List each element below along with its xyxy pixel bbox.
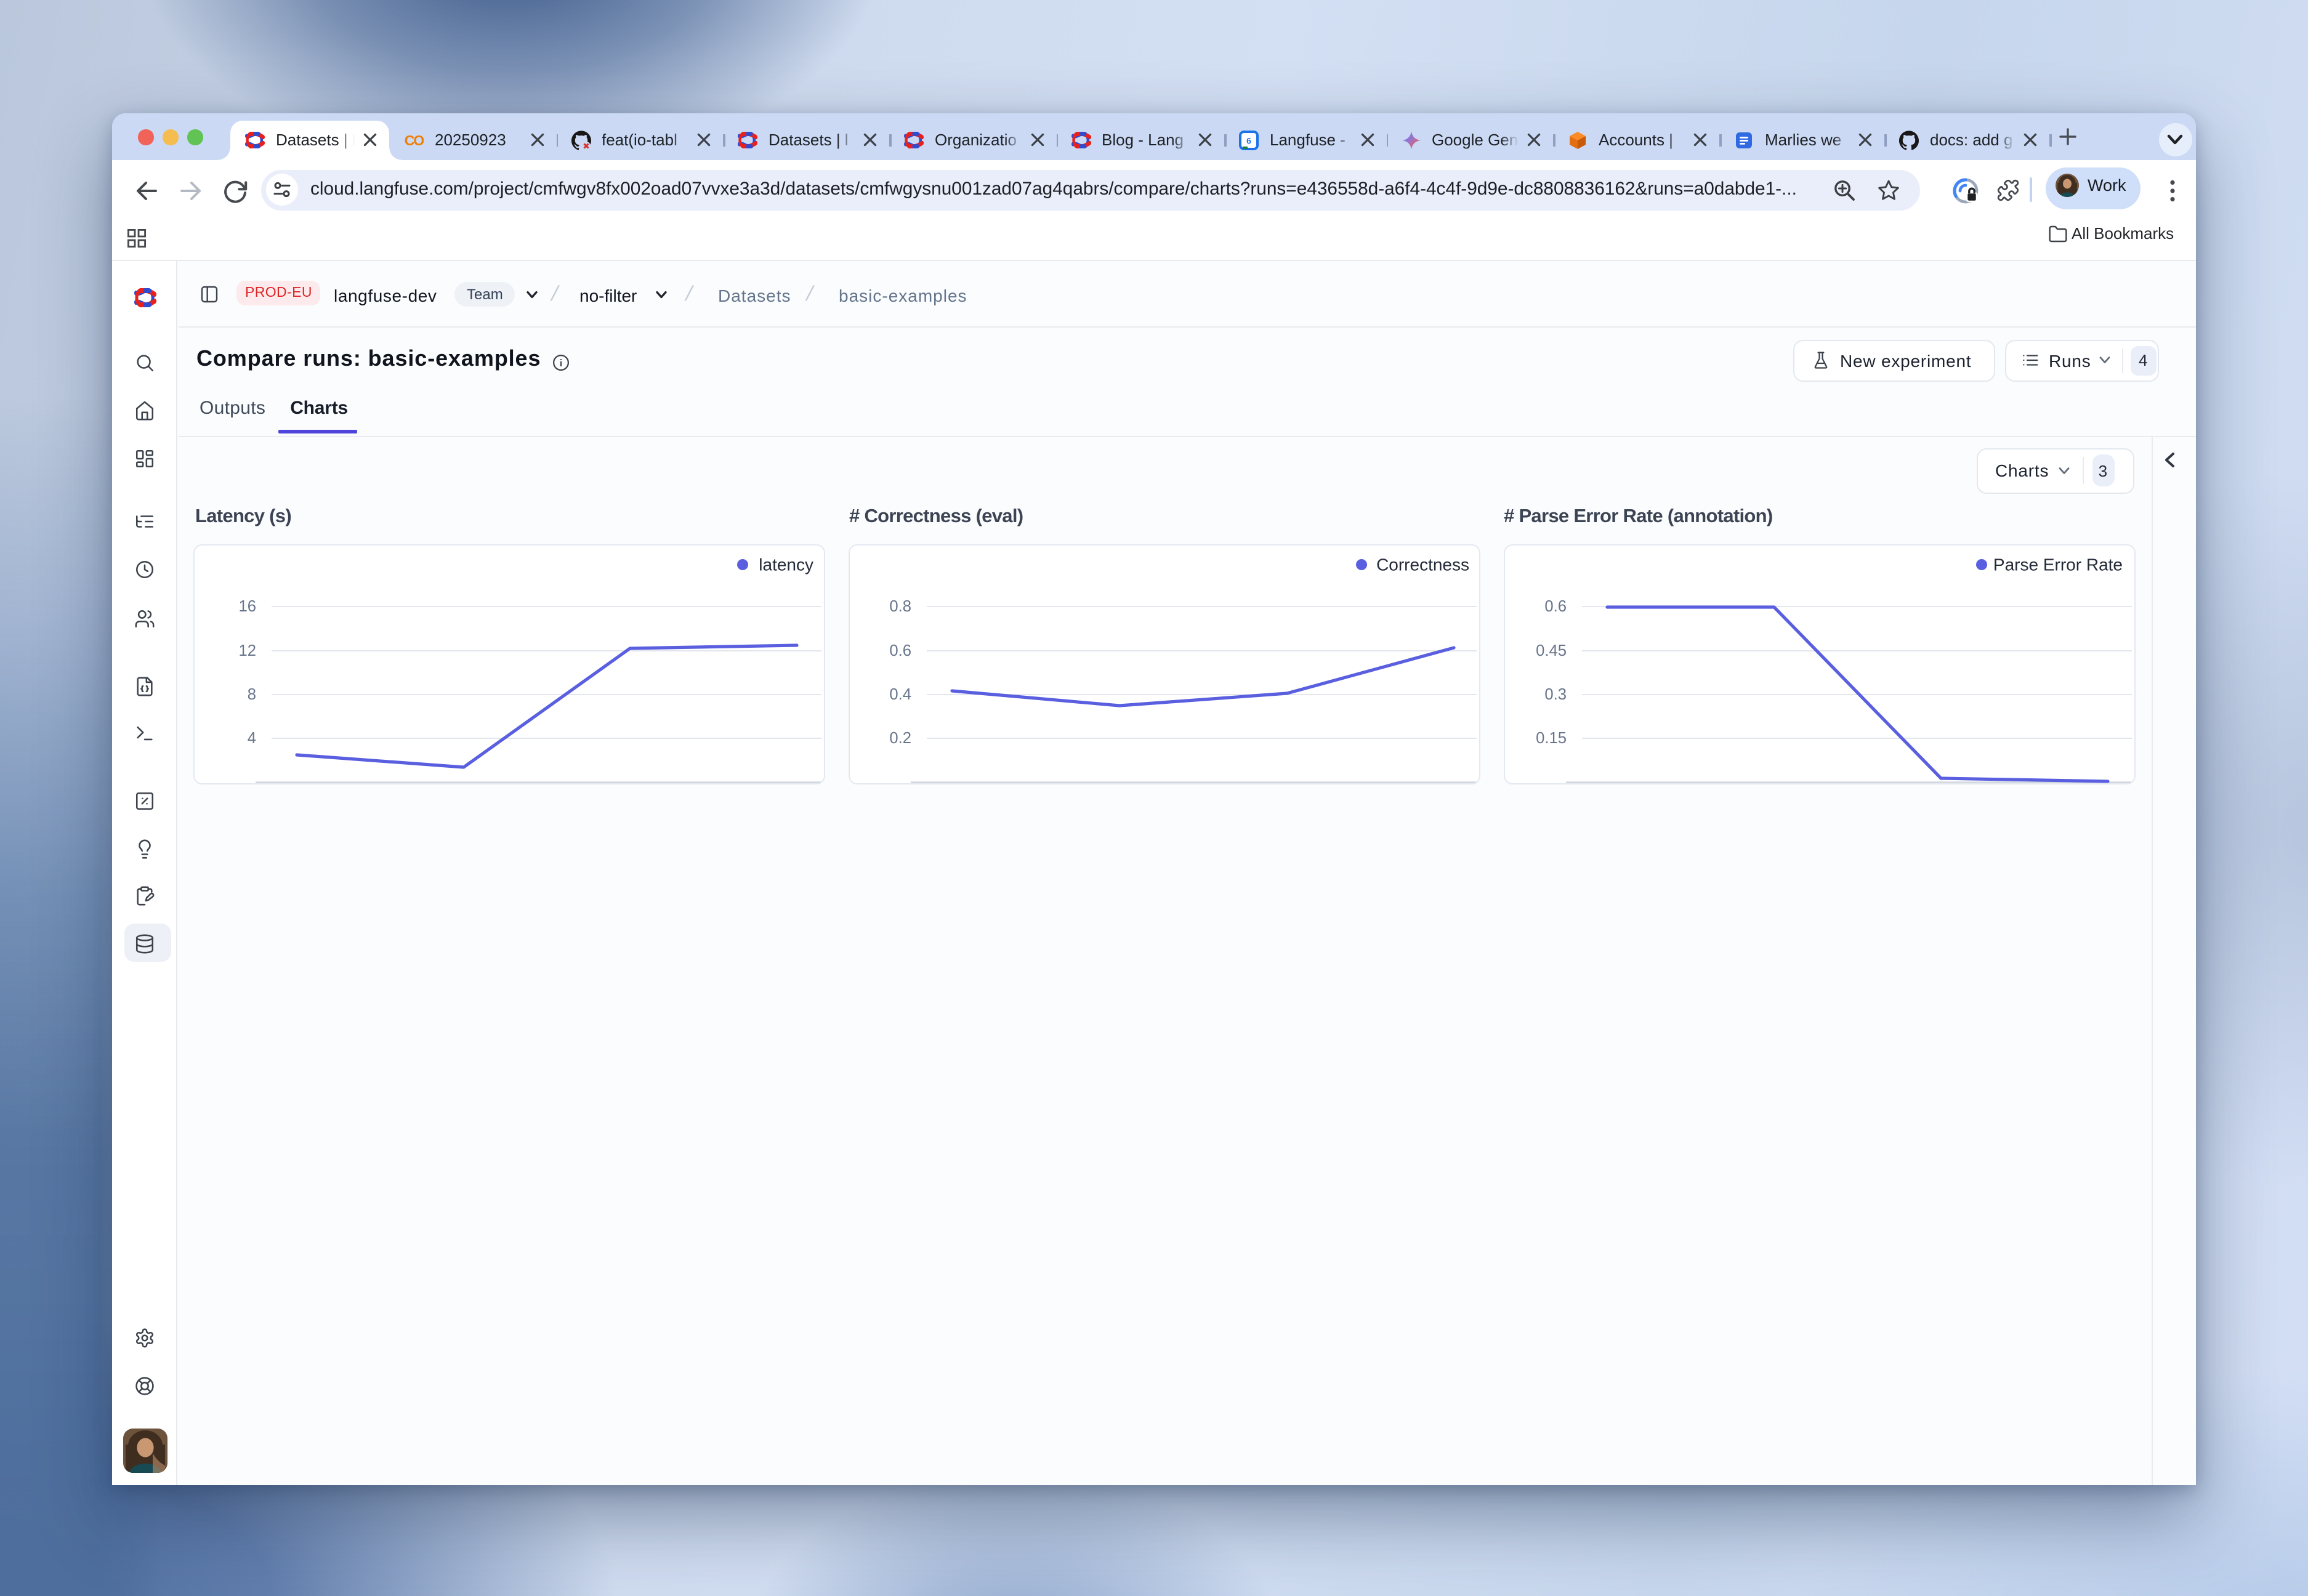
svg-text:0.4: 0.4 [889,686,911,703]
svg-text:0.45: 0.45 [1536,642,1567,659]
svg-text:0.15: 0.15 [1536,730,1567,747]
svg-text:8: 8 [248,686,256,703]
svg-text:Parse Error Rate: Parse Error Rate [1993,555,2123,574]
svg-text:12: 12 [239,642,256,659]
svg-text:4: 4 [248,730,256,747]
svg-text:16: 16 [239,598,256,615]
svg-text:0.8: 0.8 [889,598,911,615]
svg-text:latency: latency [759,555,813,574]
svg-text:0.3: 0.3 [1544,686,1567,703]
svg-text:Correctness: Correctness [1376,555,1469,574]
svg-text:0.6: 0.6 [889,642,911,659]
svg-text:0.6: 0.6 [1544,598,1567,615]
svg-text:0.2: 0.2 [889,730,911,747]
